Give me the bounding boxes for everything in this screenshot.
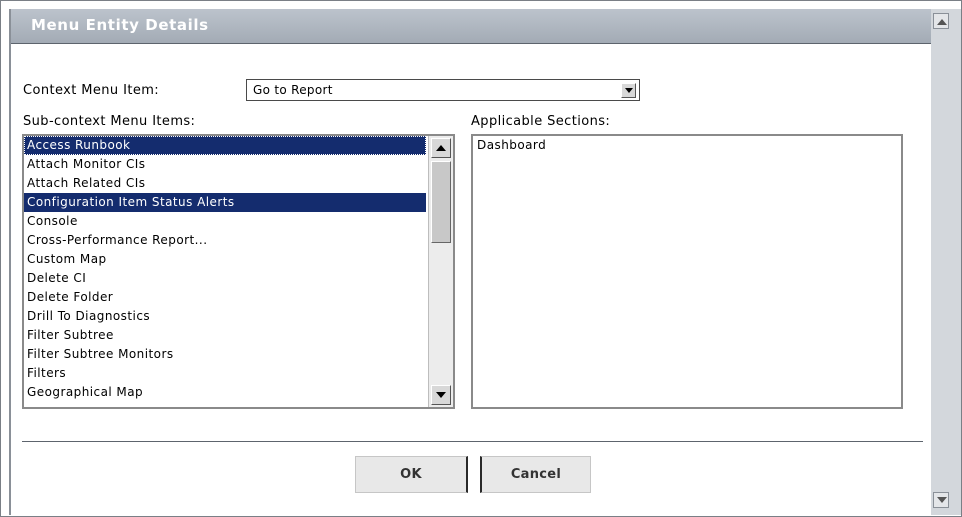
arrow-up-icon (937, 19, 947, 25)
ok-button[interactable]: OK (355, 456, 468, 493)
context-menu-item-select[interactable]: Go to Report (246, 79, 640, 101)
sub-context-list-item[interactable]: Configuration Item Status Alerts (24, 193, 426, 212)
menu-entity-details-dialog: Menu Entity Details Context Menu Item: G… (0, 0, 962, 517)
sub-context-list-item[interactable]: Filter Subtree (24, 326, 426, 345)
list-scroll-down-button[interactable] (431, 385, 451, 405)
sub-context-list-item[interactable]: Custom Map (24, 250, 426, 269)
sub-context-list-item[interactable]: Geographical Map (24, 383, 426, 402)
arrow-down-icon (937, 497, 947, 503)
footer-divider (22, 441, 923, 442)
sub-context-menu-list[interactable]: Access Runbook Attach Monitor CIs Attach R… (22, 134, 455, 409)
applicable-sections-list[interactable]: Dashboard (471, 134, 903, 409)
list-scroll-up-button[interactable] (431, 138, 451, 158)
dialog-left-border (9, 9, 11, 515)
sub-context-list-item[interactable]: Access Runbook (24, 136, 426, 155)
page-scrollbar[interactable] (931, 9, 961, 515)
sub-context-list-item[interactable]: Delete Folder (24, 288, 426, 307)
sub-context-list-item[interactable]: Cross-Performance Report... (24, 231, 426, 250)
sub-context-list-item[interactable]: Attach Monitor CIs (24, 155, 426, 174)
applicable-sections-items: Dashboard (473, 136, 901, 155)
context-menu-item-label: Context Menu Item: (23, 83, 160, 98)
applicable-section-item[interactable]: Dashboard (473, 136, 901, 155)
sub-context-list-item[interactable]: Filters (24, 364, 426, 383)
applicable-sections-label: Applicable Sections: (471, 114, 611, 129)
cancel-button[interactable]: Cancel (480, 456, 591, 493)
sub-context-list-item[interactable]: Attach Related CIs (24, 174, 426, 193)
list-scrollbar[interactable] (428, 136, 453, 407)
arrow-up-icon (436, 145, 446, 151)
page-scroll-up-button[interactable] (933, 13, 949, 29)
sub-context-menu-items: Access Runbook Attach Monitor CIs Attach R… (24, 136, 426, 402)
sub-context-list-item[interactable]: Delete CI (24, 269, 426, 288)
context-menu-dropdown-button[interactable] (621, 83, 636, 98)
sub-context-list-item[interactable]: Filter Subtree Monitors (24, 345, 426, 364)
chevron-down-icon (625, 88, 633, 93)
sub-context-menu-items-label: Sub-context Menu Items: (23, 114, 196, 129)
arrow-down-icon (436, 392, 446, 398)
dialog-title-bar: Menu Entity Details (11, 9, 931, 44)
sub-context-list-item[interactable]: Drill To Diagnostics (24, 307, 426, 326)
list-scroll-thumb[interactable] (431, 161, 451, 243)
context-menu-item-value: Go to Report (253, 83, 333, 97)
dialog-title: Menu Entity Details (31, 16, 209, 34)
sub-context-list-item[interactable]: Console (24, 212, 426, 231)
page-scroll-down-button[interactable] (933, 492, 949, 508)
